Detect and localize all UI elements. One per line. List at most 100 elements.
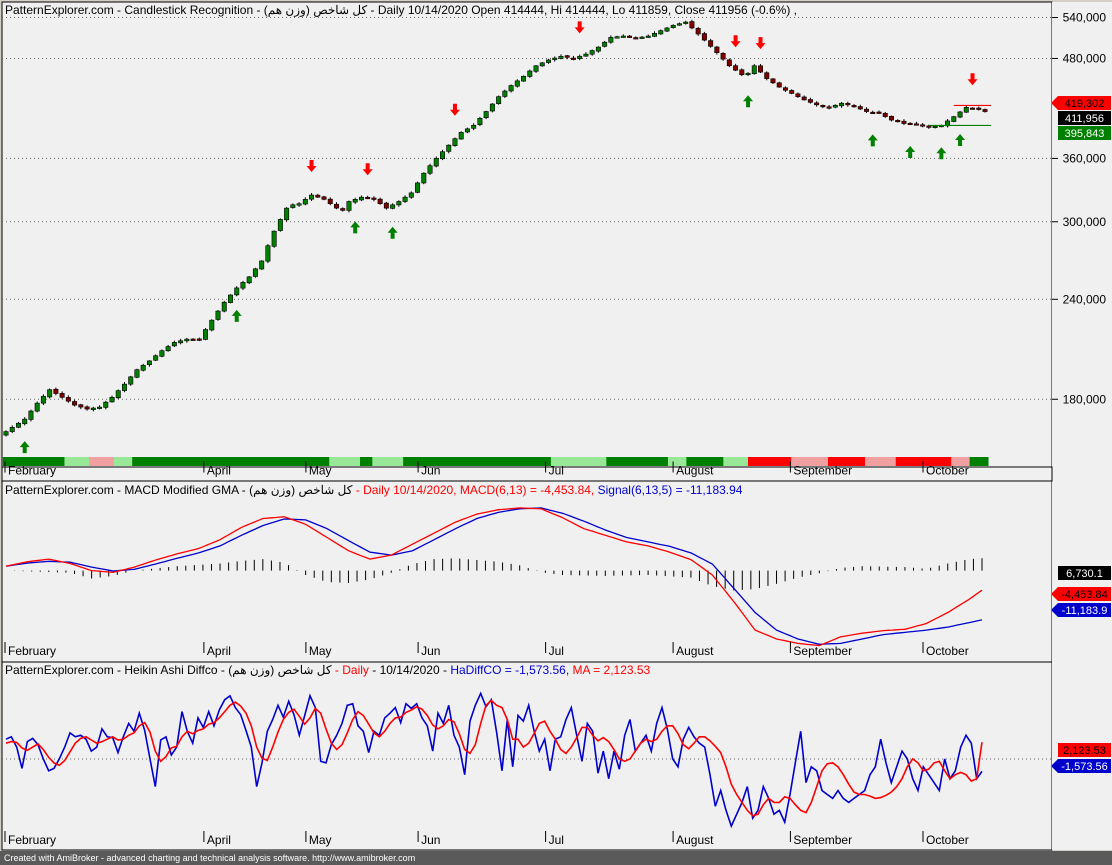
trend-ribbon-segment bbox=[64, 457, 72, 466]
candle-body bbox=[970, 107, 976, 110]
candle-body bbox=[265, 245, 271, 262]
trend-ribbon-segment bbox=[587, 457, 595, 466]
candle-body bbox=[458, 132, 464, 140]
candle-body bbox=[907, 122, 913, 126]
candle-body bbox=[346, 201, 352, 211]
candle-body bbox=[377, 198, 383, 205]
trend-ribbon-segment bbox=[286, 457, 293, 466]
candle-body bbox=[296, 203, 302, 206]
hadiff-pane-title-part: - 10/14/2020 - bbox=[369, 663, 450, 677]
price-axis-tick-label: 360,000 bbox=[1063, 151, 1107, 165]
candle-body bbox=[895, 119, 901, 123]
month-label-october: October bbox=[926, 464, 969, 478]
candle-body bbox=[146, 360, 152, 365]
candle-body bbox=[190, 338, 196, 341]
trend-ribbon-segment bbox=[193, 457, 201, 466]
candle-body bbox=[926, 125, 932, 128]
candle-body bbox=[228, 294, 233, 303]
candle-body bbox=[72, 401, 78, 406]
candle-body bbox=[40, 396, 46, 404]
candle-body bbox=[483, 111, 489, 119]
month-label-august: August bbox=[676, 464, 714, 478]
candle-body bbox=[539, 62, 545, 67]
trend-ribbon-segment bbox=[778, 457, 786, 466]
trend-ribbon-segment bbox=[119, 457, 127, 466]
month-label-february: February bbox=[8, 833, 56, 847]
trend-ribbon-segment bbox=[569, 457, 576, 466]
trend-ribbon-segment bbox=[495, 457, 503, 466]
candle-body bbox=[670, 25, 676, 28]
candle-body bbox=[47, 389, 53, 398]
trend-ribbon-segment bbox=[717, 457, 724, 466]
trend-ribbon-segment bbox=[409, 457, 416, 466]
trend-ribbon-segment bbox=[390, 457, 398, 466]
candle-body bbox=[178, 340, 184, 344]
trend-ribbon-segment bbox=[735, 457, 743, 466]
candle-body bbox=[521, 75, 527, 82]
trend-ribbon-segment bbox=[341, 457, 349, 466]
trend-ribbon-segment bbox=[489, 457, 496, 466]
trend-ribbon-segment bbox=[501, 457, 509, 466]
candle-body bbox=[334, 203, 339, 209]
candle-body bbox=[589, 50, 595, 55]
trend-ribbon-segment bbox=[612, 457, 620, 466]
candle-body bbox=[976, 107, 982, 110]
price-badge: 411,956 bbox=[1065, 113, 1104, 125]
candle-body bbox=[477, 118, 483, 125]
candle-body bbox=[3, 431, 9, 436]
month-label-august: August bbox=[676, 833, 714, 847]
trend-ribbon-segment bbox=[70, 457, 78, 466]
candle-body bbox=[171, 342, 177, 347]
month-label-may: May bbox=[309, 833, 332, 847]
trend-ribbon-segment bbox=[162, 457, 170, 466]
candle-body bbox=[203, 329, 209, 340]
trend-ribbon-segment bbox=[76, 457, 84, 466]
trend-ribbon-segment bbox=[372, 457, 379, 466]
price-pane-title: PatternExplorer.com - Candlestick Recogn… bbox=[5, 3, 797, 17]
macd-pane-title-part: (وزن هم) کل شاخص bbox=[249, 483, 353, 497]
trend-ribbon-segment bbox=[630, 457, 638, 466]
candle-body bbox=[352, 199, 358, 203]
trend-ribbon-segment bbox=[624, 457, 632, 466]
amibroker-chart-window: 540,000 480,000 360,000 300,000 240,000 180,0… bbox=[0, 0, 1112, 865]
trend-ribbon-segment bbox=[520, 457, 527, 466]
trend-ribbon-segment bbox=[766, 457, 773, 466]
trend-ribbon-segment bbox=[723, 457, 730, 466]
trend-ribbon-segment bbox=[58, 457, 65, 466]
candle-body bbox=[128, 376, 134, 385]
candle-body bbox=[165, 346, 171, 352]
trend-ribbon-segment bbox=[175, 457, 182, 466]
candle-body bbox=[464, 128, 470, 133]
trend-ribbon-segment bbox=[440, 457, 447, 466]
month-strip-price bbox=[1, 466, 1053, 482]
candle-body bbox=[652, 33, 657, 37]
candle-body bbox=[689, 21, 695, 29]
trend-ribbon-segment bbox=[378, 457, 386, 466]
candle-body bbox=[159, 350, 165, 357]
macd-pane-title-part: - Daily 10/14/2020, MACD(6,13) = -4,453.… bbox=[352, 483, 597, 497]
trend-ribbon-segment bbox=[477, 457, 484, 466]
trend-ribbon-segment bbox=[267, 457, 275, 466]
candle-body bbox=[234, 287, 240, 296]
candle-body bbox=[252, 268, 258, 277]
trend-ribbon-segment bbox=[969, 457, 977, 466]
candle-body bbox=[28, 410, 34, 420]
candle-body bbox=[864, 108, 870, 112]
candle-body bbox=[639, 36, 645, 39]
candle-body bbox=[327, 198, 333, 205]
candle-body bbox=[714, 46, 720, 54]
candle-body bbox=[365, 196, 371, 200]
footer-credit: Created with AmiBroker - advanced charti… bbox=[4, 853, 415, 863]
month-label-february: February bbox=[8, 644, 56, 658]
trend-ribbon-segment bbox=[279, 457, 287, 466]
candle-body bbox=[15, 422, 21, 428]
candle-body bbox=[433, 158, 439, 167]
candle-body bbox=[121, 383, 127, 391]
candle-body bbox=[546, 59, 551, 63]
candle-body bbox=[514, 80, 520, 87]
price-badge: 419,302 bbox=[1065, 98, 1105, 110]
month-label-jul: Jul bbox=[549, 833, 564, 847]
candle-body bbox=[240, 282, 246, 289]
macd-badge: -4,453.84 bbox=[1061, 589, 1107, 601]
trend-ribbon-segment bbox=[273, 457, 281, 466]
